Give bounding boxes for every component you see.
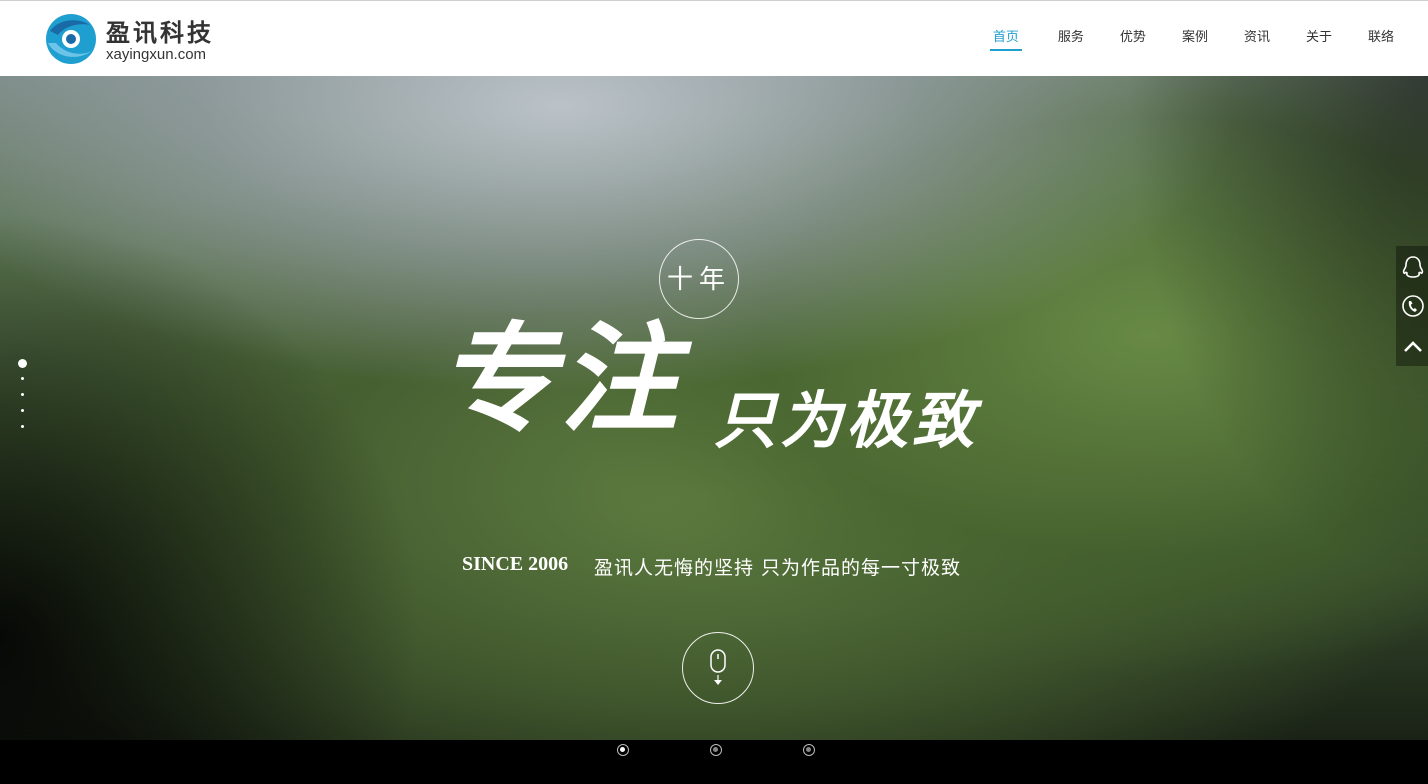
hero-tagline: 盈讯人无悔的坚持 只为作品的每一寸极致 bbox=[594, 557, 962, 579]
logo-mark-icon bbox=[46, 14, 96, 64]
mouse-scroll-icon bbox=[710, 649, 726, 685]
phone-icon[interactable] bbox=[1400, 293, 1426, 319]
nav-item-advantages[interactable]: 优势 bbox=[1120, 29, 1146, 51]
nav-item-news[interactable]: 资讯 bbox=[1244, 29, 1270, 51]
nav-item-cases[interactable]: 案例 bbox=[1182, 29, 1208, 51]
side-pager-dot-5[interactable] bbox=[20, 425, 24, 428]
side-pager bbox=[16, 359, 28, 441]
nav-item-contact[interactable]: 联络 bbox=[1368, 29, 1394, 51]
nav-item-services[interactable]: 服务 bbox=[1058, 29, 1084, 51]
brand-domain: xayingxun.com bbox=[106, 46, 207, 63]
since-year: SINCE 2006 bbox=[462, 553, 569, 575]
side-pager-dot-4[interactable] bbox=[20, 409, 24, 412]
bottom-pager-dot-2[interactable] bbox=[710, 744, 722, 756]
floating-toolbar bbox=[1396, 246, 1428, 366]
side-pager-dot-2[interactable] bbox=[20, 377, 24, 380]
main-nav: 首页 服务 优势 案例 资讯 关于 联络 bbox=[954, 29, 1394, 53]
bottom-pager-dot-1[interactable] bbox=[617, 744, 629, 756]
hero-banner: 十年 专注 只为极致 SINCE 2006 盈讯人无悔的坚持 只为作品的每一寸极… bbox=[0, 76, 1428, 740]
hero-headline-secondary: 只为极致 bbox=[714, 384, 979, 457]
logo[interactable]: 盈讯科技 xayingxun.com bbox=[44, 13, 244, 67]
side-pager-dot-1[interactable] bbox=[17, 359, 27, 368]
bottom-pager-dot-3[interactable] bbox=[803, 744, 815, 756]
side-pager-dot-3[interactable] bbox=[20, 393, 24, 396]
bottom-pager bbox=[0, 740, 1428, 784]
back-to-top-icon[interactable] bbox=[1400, 334, 1426, 360]
nav-item-home[interactable]: 首页 bbox=[989, 29, 1022, 51]
scroll-down-button[interactable] bbox=[682, 632, 754, 704]
nav-item-about[interactable]: 关于 bbox=[1306, 29, 1332, 51]
brand-name: 盈讯科技 bbox=[106, 19, 214, 47]
hero-headline-main: 专注 bbox=[438, 309, 683, 448]
site-header: 盈讯科技 xayingxun.com 首页 服务 优势 案例 资讯 关于 联络 bbox=[0, 0, 1428, 76]
qq-icon[interactable] bbox=[1400, 254, 1426, 280]
